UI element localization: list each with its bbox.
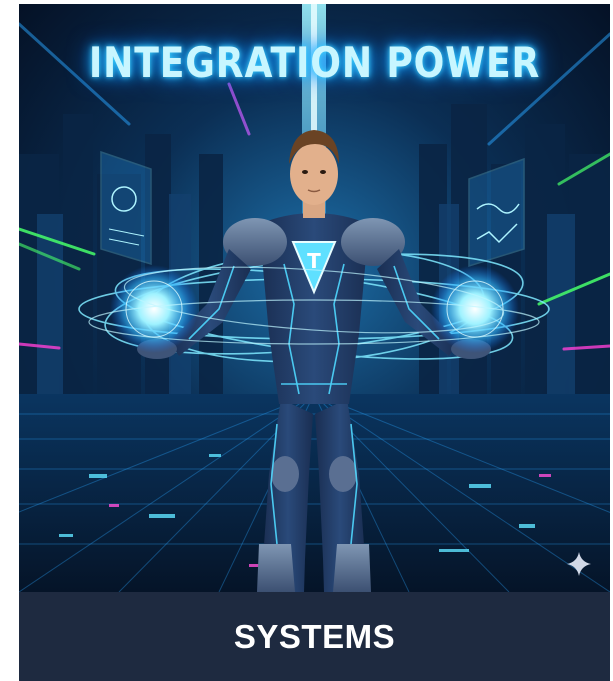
hero-scene: T	[19, 4, 610, 592]
sparkle-icon	[567, 552, 591, 576]
caption-label: SYSTEMS	[233, 617, 396, 655]
hologram-screen-left	[100, 150, 152, 266]
caption-bar: SYSTEMS	[19, 592, 610, 681]
image-card: T INTEGRATION POWER SYSTEMS	[19, 4, 610, 681]
hero-illustration: T INTEGRATION POWER	[19, 4, 610, 592]
image-headline: INTEGRATION POWER	[88, 38, 541, 87]
